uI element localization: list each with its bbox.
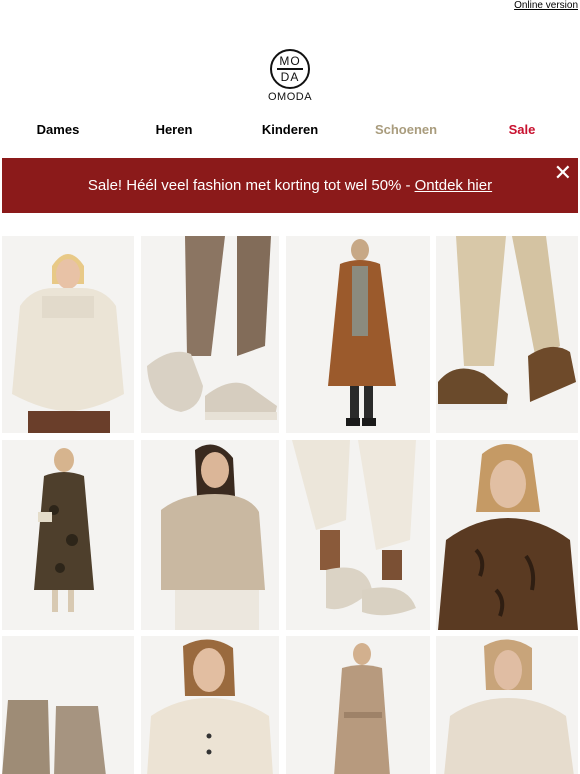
nav-schoenen[interactable]: Schoenen: [348, 122, 464, 140]
nav-kinderen[interactable]: Kinderen: [232, 122, 348, 140]
product-image-ankle-boots[interactable]: [2, 636, 134, 774]
product-image-beige-loafers[interactable]: [141, 236, 279, 433]
product-image-camel-coat[interactable]: [286, 236, 430, 433]
main-nav: Dames Heren Kinderen Schoenen Sale: [0, 122, 580, 140]
product-image-jumpsuit[interactable]: [286, 636, 430, 774]
product-image-knit-sweater[interactable]: [141, 440, 279, 630]
nav-heren[interactable]: Heren: [116, 122, 232, 140]
sale-banner[interactable]: Sale! Héél veel fashion met korting tot …: [2, 158, 578, 213]
logo-mark-top: MO: [279, 54, 301, 69]
product-image-brown-sneakers[interactable]: [436, 236, 578, 433]
omoda-logo-mark: MO DA: [270, 49, 310, 89]
product-image-cream-sweater[interactable]: [436, 636, 578, 774]
logo-name: OMODA: [267, 91, 313, 103]
product-image-clogs[interactable]: [286, 440, 430, 630]
nav-sale[interactable]: Sale: [464, 122, 580, 140]
logo-mark-bottom: DA: [280, 69, 300, 84]
product-image-white-puffer-jacket[interactable]: [2, 236, 134, 433]
product-image-cardigan[interactable]: [141, 636, 279, 774]
close-icon[interactable]: ✕: [554, 162, 572, 184]
banner-text: Sale! Héél veel fashion met korting tot …: [87, 177, 411, 194]
online-version-link[interactable]: Online version: [514, 0, 578, 11]
banner-link[interactable]: Ontdek hier: [415, 177, 493, 194]
product-image-print-dress[interactable]: [2, 440, 134, 630]
nav-dames[interactable]: Dames: [0, 122, 116, 140]
omoda-logo[interactable]: MO DA OMODA: [0, 49, 580, 103]
product-image-grid: [0, 236, 580, 774]
product-image-print-blouse[interactable]: [436, 440, 578, 630]
